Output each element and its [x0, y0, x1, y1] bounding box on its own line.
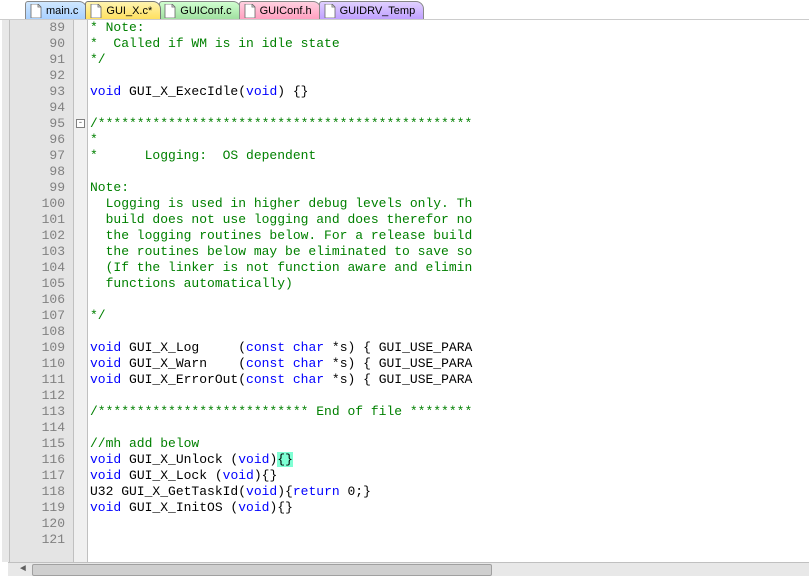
code-line[interactable] — [90, 68, 809, 84]
code-line[interactable]: * — [90, 132, 809, 148]
line-number: 116 — [10, 452, 73, 468]
line-number: 92 — [10, 68, 73, 84]
file-icon — [324, 4, 336, 18]
line-number: 104 — [10, 260, 73, 276]
line-number: 111 — [10, 372, 73, 388]
code-line[interactable]: void GUI_X_Warn (const char *s) { GUI_US… — [90, 356, 809, 372]
line-number: 98 — [10, 164, 73, 180]
code-line[interactable]: * Logging: OS dependent — [90, 148, 809, 164]
code-line[interactable] — [90, 292, 809, 308]
code-line[interactable]: */ — [90, 308, 809, 324]
tab-label: GUIDRV_Temp — [340, 5, 416, 17]
code-line[interactable] — [90, 100, 809, 116]
tab-guiconf-c[interactable]: GUIConf.c — [159, 1, 240, 19]
code-line[interactable]: (If the linker is not function aware and… — [90, 260, 809, 276]
code-line[interactable]: * Note: — [90, 20, 809, 36]
line-number: 109 — [10, 340, 73, 356]
line-number: 106 — [10, 292, 73, 308]
code-line[interactable]: void GUI_X_Unlock (void){} — [90, 452, 809, 468]
line-number: 110 — [10, 356, 73, 372]
scrollbar-thumb[interactable] — [32, 564, 492, 576]
code-line[interactable]: build does not use logging and does ther… — [90, 212, 809, 228]
code-line[interactable] — [90, 164, 809, 180]
fold-column[interactable]: - — [74, 20, 88, 562]
file-icon — [30, 4, 42, 18]
tab-label: GUI_X.c* — [106, 5, 152, 17]
line-number: 89 — [10, 20, 73, 36]
line-number: 102 — [10, 228, 73, 244]
line-number: 117 — [10, 468, 73, 484]
code-line[interactable]: //mh add below — [90, 436, 809, 452]
code-line[interactable]: */ — [90, 52, 809, 68]
line-number: 99 — [10, 180, 73, 196]
file-icon — [244, 4, 256, 18]
line-number: 105 — [10, 276, 73, 292]
line-number: 93 — [10, 84, 73, 100]
tab-guidrv-temp[interactable]: GUIDRV_Temp — [319, 1, 425, 19]
code-line[interactable]: the logging routines below. For a releas… — [90, 228, 809, 244]
line-number: 94 — [10, 100, 73, 116]
line-number: 103 — [10, 244, 73, 260]
line-number: 118 — [10, 484, 73, 500]
horizontal-scrollbar[interactable]: ◄ — [8, 562, 809, 576]
line-number: 121 — [10, 532, 73, 548]
code-line[interactable]: functions automatically) — [90, 276, 809, 292]
line-number: 96 — [10, 132, 73, 148]
code-line[interactable]: void GUI_X_ExecIdle(void) {} — [90, 84, 809, 100]
line-number: 115 — [10, 436, 73, 452]
tab-label: GUIConf.c — [180, 5, 231, 17]
line-number-gutter: 8990919293949596979899100101102103104105… — [10, 20, 74, 562]
code-editor[interactable]: 8990919293949596979899100101102103104105… — [0, 20, 809, 562]
line-number: 101 — [10, 212, 73, 228]
line-number: 113 — [10, 404, 73, 420]
line-number: 95 — [10, 116, 73, 132]
code-line[interactable]: void GUI_X_Log (const char *s) { GUI_USE… — [90, 340, 809, 356]
code-line[interactable]: void GUI_X_ErrorOut(const char *s) { GUI… — [90, 372, 809, 388]
code-line[interactable]: Note: — [90, 180, 809, 196]
code-line[interactable]: U32 GUI_X_GetTaskId(void){return 0;} — [90, 484, 809, 500]
code-line[interactable]: * Called if WM is in idle state — [90, 36, 809, 52]
code-line[interactable]: the routines below may be eliminated to … — [90, 244, 809, 260]
code-line[interactable] — [90, 420, 809, 436]
tab-guiconf-h[interactable]: GUIConf.h — [239, 1, 321, 19]
tab-bar: main.c GUI_X.c* GUIConf.c GUIConf.h GUIDRV_T… — [0, 0, 809, 20]
code-line[interactable]: void GUI_X_InitOS (void){} — [90, 500, 809, 516]
tab-label: GUIConf.h — [260, 5, 312, 17]
line-number: 112 — [10, 388, 73, 404]
line-number: 120 — [10, 516, 73, 532]
scroll-left-arrow-icon[interactable]: ◄ — [16, 564, 30, 576]
code-line[interactable]: Logging is used in higher debug levels o… — [90, 196, 809, 212]
line-number: 100 — [10, 196, 73, 212]
line-number: 119 — [10, 500, 73, 516]
code-area[interactable]: * Note:* Called if WM is in idle state*/… — [88, 20, 809, 562]
line-number: 108 — [10, 324, 73, 340]
line-number: 91 — [10, 52, 73, 68]
file-icon — [90, 4, 102, 18]
code-line[interactable] — [90, 532, 809, 548]
file-icon — [164, 4, 176, 18]
tab-label: main.c — [46, 5, 78, 17]
line-number: 97 — [10, 148, 73, 164]
code-line[interactable] — [90, 324, 809, 340]
line-number: 90 — [10, 36, 73, 52]
tab-main-c[interactable]: main.c — [25, 1, 87, 19]
editor-margin — [2, 20, 10, 562]
code-line[interactable]: void GUI_X_Lock (void){} — [90, 468, 809, 484]
tab-gui-x-c-[interactable]: GUI_X.c* — [85, 1, 161, 19]
line-number: 114 — [10, 420, 73, 436]
line-number: 107 — [10, 308, 73, 324]
code-line[interactable]: /***************************************… — [90, 116, 809, 132]
code-line[interactable] — [90, 388, 809, 404]
fold-toggle-icon[interactable]: - — [76, 119, 85, 128]
code-line[interactable] — [90, 516, 809, 532]
code-line[interactable]: /*************************** End of file… — [90, 404, 809, 420]
